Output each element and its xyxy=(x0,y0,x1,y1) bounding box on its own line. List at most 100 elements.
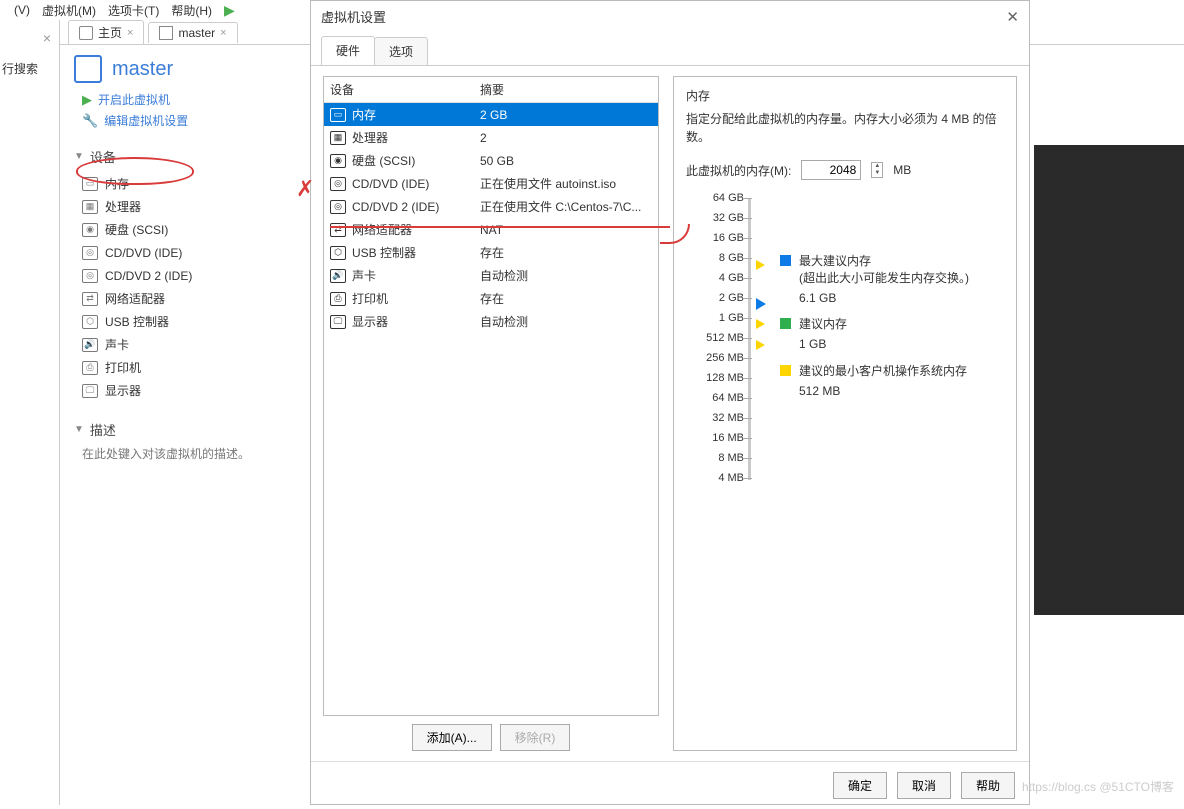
memory-spinner[interactable]: ▲▼ xyxy=(871,162,883,178)
hw-summary: 正在使用文件 C:\Centos-7\C... xyxy=(474,196,658,217)
device-name: 显示器 xyxy=(105,382,141,399)
close-icon[interactable]: × xyxy=(127,27,133,39)
preview-pane xyxy=(1034,145,1184,615)
tick-label: 512 MB xyxy=(686,332,744,344)
legend-value: 1 GB xyxy=(799,336,847,353)
home-icon xyxy=(79,26,93,40)
device-name: 声卡 xyxy=(105,336,129,353)
hw-row[interactable]: ⎙打印机存在 xyxy=(324,287,658,310)
hw-summary: 存在 xyxy=(474,242,658,263)
hardware-table: 设备 摘要 ▭内存2 GB▦处理器2◉硬盘 (SCSI)50 GB◎CD/DVD… xyxy=(323,76,659,716)
hw-row[interactable]: ◎CD/DVD (IDE)正在使用文件 autoinst.iso xyxy=(324,172,658,195)
hw-row[interactable]: ▭内存2 GB xyxy=(324,103,658,126)
dialog-footer: 确定 取消 帮助 xyxy=(311,761,1029,809)
hw-row[interactable]: ▦处理器2 xyxy=(324,126,658,149)
hw-summary: 2 xyxy=(474,129,658,147)
col-summary: 摘要 xyxy=(474,77,658,102)
device-name: USB 控制器 xyxy=(105,313,169,330)
tick-mark xyxy=(744,438,752,439)
hw-name: 内存 xyxy=(352,106,376,123)
tick-label: 16 MB xyxy=(686,432,744,444)
edit-label: 编辑虚拟机设置 xyxy=(104,112,188,129)
slider-scale[interactable]: 64 GB32 GB16 GB8 GB4 GB2 GB1 GB512 MB256… xyxy=(686,198,766,498)
close-icon[interactable]: ✕ xyxy=(1006,8,1019,26)
remove-button: 移除(R) xyxy=(500,724,571,751)
hw-header: 设备 摘要 xyxy=(324,77,658,103)
legend-recommended: 建议内存 1 GB xyxy=(780,316,969,353)
add-remove-buttons: 添加(A)... 移除(R) xyxy=(323,724,659,751)
tab-hardware[interactable]: 硬件 xyxy=(321,36,375,65)
cd-icon: ◎ xyxy=(330,200,346,214)
hw-name: 显示器 xyxy=(352,313,388,330)
hw-summary: 正在使用文件 autoinst.iso xyxy=(474,173,658,194)
watermark: https://blog.cs @51CTO博客 xyxy=(1022,778,1174,795)
chevron-down-icon: ▼ xyxy=(74,424,84,435)
col-device: 设备 xyxy=(324,77,474,102)
prt-icon: ⎙ xyxy=(330,292,346,306)
legend-title: 建议的最小客户机操作系统内存 xyxy=(799,363,967,380)
play-icon[interactable]: ▶ xyxy=(224,2,235,19)
close-icon[interactable]: × xyxy=(43,30,51,46)
wrench-icon: 🔧 xyxy=(82,113,98,129)
hw-row[interactable]: 🔊声卡自动检测 xyxy=(324,264,658,287)
menu-view[interactable]: (V) xyxy=(14,3,30,17)
hw-summary: 2 GB xyxy=(474,106,658,124)
device-name: 内存 xyxy=(105,175,129,192)
tick-mark xyxy=(744,298,752,299)
tick-mark xyxy=(744,278,752,279)
help-button[interactable]: 帮助 xyxy=(961,772,1015,799)
hdd-icon: ◉ xyxy=(330,154,346,168)
device-name: CD/DVD (IDE) xyxy=(105,246,182,260)
cancel-button[interactable]: 取消 xyxy=(897,772,951,799)
net-icon: ⇄ xyxy=(330,223,346,237)
tick-label: 32 GB xyxy=(686,212,744,224)
close-icon[interactable]: × xyxy=(220,27,226,39)
tab-options[interactable]: 选项 xyxy=(374,37,428,66)
hdd-icon: ◉ xyxy=(82,223,98,237)
device-name: 打印机 xyxy=(105,359,141,376)
dsp-icon: 🖵 xyxy=(330,315,346,329)
net-icon: ⇄ xyxy=(82,292,98,306)
vm-title-icon xyxy=(74,55,102,83)
dialog-title: 虚拟机设置 xyxy=(321,7,386,26)
tick-mark xyxy=(744,478,752,479)
legend-title: 建议内存 xyxy=(799,316,847,333)
hw-row[interactable]: ⬡USB 控制器存在 xyxy=(324,241,658,264)
tick-mark xyxy=(744,318,752,319)
hw-row[interactable]: ⇄网络适配器NAT xyxy=(324,218,658,241)
memory-heading: 内存 xyxy=(686,87,1004,104)
hw-row[interactable]: ◎ CD/DVD 2 (IDE) 正在使用文件 C:\Centos-7\C... xyxy=(324,195,658,218)
hw-rows: ▭内存2 GB▦处理器2◉硬盘 (SCSI)50 GB◎CD/DVD (IDE)… xyxy=(324,103,658,333)
dsp-icon: 🖵 xyxy=(82,384,98,398)
menu-tab[interactable]: 选项卡(T) xyxy=(108,2,159,19)
tick-mark xyxy=(744,358,752,359)
cd-icon: ◎ xyxy=(82,246,98,260)
rec-marker xyxy=(756,319,765,329)
tick-mark xyxy=(744,398,752,399)
add-button[interactable]: 添加(A)... xyxy=(412,724,492,751)
tick-mark xyxy=(744,198,752,199)
hw-row[interactable]: ◉硬盘 (SCSI)50 GB xyxy=(324,149,658,172)
legend-value: 6.1 GB xyxy=(799,290,969,307)
menu-help[interactable]: 帮助(H) xyxy=(171,2,212,19)
menu-vm[interactable]: 虚拟机(M) xyxy=(42,2,96,19)
hw-summary: 自动检测 xyxy=(474,311,658,332)
tick-label: 64 MB xyxy=(686,392,744,404)
yellow-square-icon xyxy=(780,365,791,376)
section-title: 描述 xyxy=(90,420,116,439)
memory-input-row: 此虚拟机的内存(M): ▲▼ MB xyxy=(686,160,1004,180)
hw-row[interactable]: 🖵 显示器 自动检测 xyxy=(324,310,658,333)
mem-icon: ▭ xyxy=(82,177,98,191)
tab-vm[interactable]: master × xyxy=(148,22,237,43)
ok-button[interactable]: 确定 xyxy=(833,772,887,799)
memory-input[interactable] xyxy=(801,160,861,180)
tab-home[interactable]: 主页 × xyxy=(68,20,144,44)
hw-summary: 存在 xyxy=(474,288,658,309)
device-name: CD/DVD 2 (IDE) xyxy=(105,269,192,283)
current-marker[interactable] xyxy=(756,298,766,310)
memory-description: 指定分配给此虚拟机的内存量。内存大小必须为 4 MB 的倍数。 xyxy=(686,110,1004,146)
snd-icon: 🔊 xyxy=(82,338,98,352)
hw-name: CD/DVD 2 (IDE) xyxy=(352,200,439,214)
legend-title: 最大建议内存 xyxy=(799,253,969,270)
tick-mark xyxy=(744,258,752,259)
